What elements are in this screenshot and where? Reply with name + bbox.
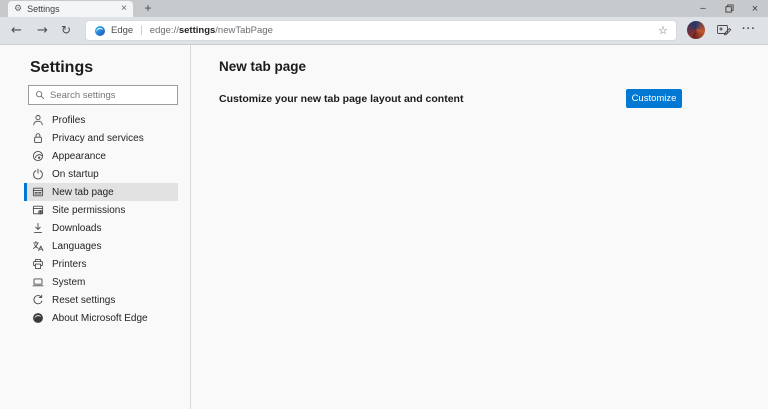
site-label: Edge	[111, 25, 134, 36]
sidebar-item-label: Languages	[52, 240, 102, 252]
edge-logo-icon	[95, 25, 105, 36]
forward-button[interactable]: →	[37, 17, 48, 44]
sidebar-item-label: About Microsoft Edge	[52, 312, 148, 324]
printer-icon	[32, 258, 44, 270]
sidebar-item-on-startup[interactable]: On startup	[24, 165, 178, 183]
settings-page: Settings Profiles Privacy and services App…	[0, 45, 768, 409]
languages-icon	[32, 240, 44, 252]
sidebar-item-languages[interactable]: Languages	[24, 237, 178, 255]
sidebar-item-label: Site permissions	[52, 204, 126, 216]
close-button[interactable]: ×	[742, 0, 768, 17]
sidebar-item-label: On startup	[52, 168, 99, 180]
minimize-button[interactable]: –	[690, 0, 716, 17]
sidebar-item-label: System	[52, 276, 86, 288]
newtab-icon	[32, 186, 44, 198]
customize-setting-row: Customize your new tab page layout and c…	[219, 89, 682, 108]
customize-button[interactable]: Customize	[626, 89, 682, 108]
sidebar-item-new-tab-page[interactable]: New tab page	[24, 183, 178, 201]
navigation-toolbar: ← → ↻ Edge | edge://settings/newTabPage …	[0, 17, 768, 45]
person-icon	[32, 114, 44, 126]
sidebar-item-printers[interactable]: Printers	[24, 255, 178, 273]
sidebar-item-privacy-and-services[interactable]: Privacy and services	[24, 129, 178, 147]
restore-button[interactable]	[716, 0, 742, 17]
sidebar-item-label: Printers	[52, 258, 87, 270]
favorite-star-icon[interactable]: ☆	[658, 24, 668, 37]
settings-and-more-button[interactable]: ···	[742, 17, 756, 44]
settings-main-panel: New tab page Customize your new tab page…	[191, 45, 768, 409]
window-controls: – ×	[690, 0, 768, 17]
sidebar-item-label: Downloads	[52, 222, 102, 234]
send-feedback-icon	[717, 25, 732, 36]
sidebar-item-label: New tab page	[52, 186, 114, 198]
title-bar: ⚙ Settings × + – ×	[0, 0, 768, 17]
settings-sidebar: Settings Profiles Privacy and services App…	[0, 45, 191, 409]
restore-icon	[724, 4, 734, 13]
browser-window: ⚙ Settings × + – × ← → ↻ Edge | edge:// …	[0, 0, 768, 409]
reset-icon	[32, 294, 44, 306]
sidebar-item-appearance[interactable]: Appearance	[24, 147, 178, 165]
page-title: New tab page	[219, 59, 307, 74]
search-settings-box[interactable]	[28, 85, 178, 105]
settings-nav: Profiles Privacy and services Appearance On…	[0, 111, 190, 327]
lock-icon	[32, 132, 44, 144]
sidebar-item-label: Reset settings	[52, 294, 116, 306]
sidebar-item-about-microsoft-edge[interactable]: About Microsoft Edge	[24, 309, 178, 327]
permissions-icon	[32, 204, 44, 216]
sidebar-item-label: Appearance	[52, 150, 106, 162]
search-icon	[36, 91, 44, 99]
back-button[interactable]: ←	[11, 17, 22, 44]
sidebar-item-site-permissions[interactable]: Site permissions	[24, 201, 178, 219]
sidebar-item-label: Privacy and services	[52, 132, 144, 144]
sidebar-item-system[interactable]: System	[24, 273, 178, 291]
new-tab-button[interactable]: +	[140, 1, 156, 17]
setting-label: Customize your new tab page layout and c…	[219, 92, 464, 105]
power-icon	[32, 168, 44, 180]
browser-tab-settings[interactable]: ⚙ Settings ×	[8, 1, 133, 17]
tab-close-icon[interactable]: ×	[121, 4, 127, 14]
sidebar-title: Settings	[30, 59, 94, 76]
address-bar[interactable]: Edge | edge://settings/newTabPage ☆	[85, 20, 677, 41]
system-icon	[32, 276, 44, 288]
address-separator: |	[140, 25, 143, 36]
gear-icon: ⚙	[14, 3, 23, 14]
profile-avatar[interactable]	[687, 21, 705, 39]
sidebar-item-reset-settings[interactable]: Reset settings	[24, 291, 178, 309]
url-scheme: edge://	[149, 25, 179, 36]
sidebar-item-label: Profiles	[52, 114, 86, 126]
url-path: /newTabPage	[215, 25, 273, 36]
download-icon	[32, 222, 44, 234]
sidebar-item-profiles[interactable]: Profiles	[24, 111, 178, 129]
tab-title: Settings	[27, 4, 60, 14]
refresh-button[interactable]: ↻	[61, 17, 71, 44]
sidebar-item-downloads[interactable]: Downloads	[24, 219, 178, 237]
send-feedback-button[interactable]	[716, 23, 732, 37]
appearance-icon	[32, 150, 44, 162]
search-settings-input[interactable]	[50, 89, 171, 101]
url-host: settings	[178, 25, 216, 36]
selected-indicator	[24, 183, 27, 201]
edge-icon	[32, 312, 44, 324]
